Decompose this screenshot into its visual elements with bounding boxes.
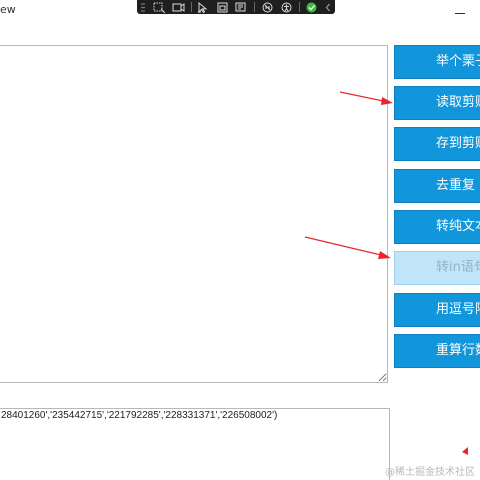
comma-separate-button[interactable]: 用逗号隔开 [394,293,480,327]
move-icon[interactable] [140,2,147,13]
audio-icon[interactable] [261,2,274,13]
read-clipboard-button[interactable]: 读取剪贴板 [394,86,480,120]
to-plain-text-button[interactable]: 转纯文本 [394,210,480,244]
screenshot-icon[interactable] [153,2,166,13]
app-window: ew 28401260','235442715','221792285','22… [0,0,480,480]
input-textarea[interactable] [0,45,388,383]
example-button[interactable]: 举个栗子 [394,45,480,79]
capture-toolbar [137,0,335,14]
toolbar-separator [190,2,191,12]
minimize-button[interactable] [455,13,465,14]
window-title: ew [0,3,16,16]
window-capture-icon[interactable] [216,2,229,13]
video-icon[interactable] [172,2,185,13]
watermark: @稀土掘金技术社区 [385,467,475,478]
collapse-icon[interactable] [324,2,332,13]
to-in-statement-button[interactable]: 转in语句 [394,251,480,285]
recount-lines-button[interactable]: 重算行数 [394,334,480,368]
region-capture-icon[interactable] [235,2,248,13]
toolbar-separator [298,2,299,12]
output-text: 28401260','235442715','221792285','22833… [1,410,278,421]
output-textarea[interactable]: 28401260','235442715','221792285','22833… [0,408,390,480]
accessibility-icon[interactable] [280,2,293,13]
pointer-icon[interactable] [197,1,210,13]
deduplicate-button[interactable]: 去重复 [394,169,480,203]
confirm-icon[interactable] [305,2,318,13]
arrow-fragment [462,447,468,455]
toolbar-separator [254,2,255,12]
save-to-clipboard-button[interactable]: 存到剪贴板 [394,127,480,161]
